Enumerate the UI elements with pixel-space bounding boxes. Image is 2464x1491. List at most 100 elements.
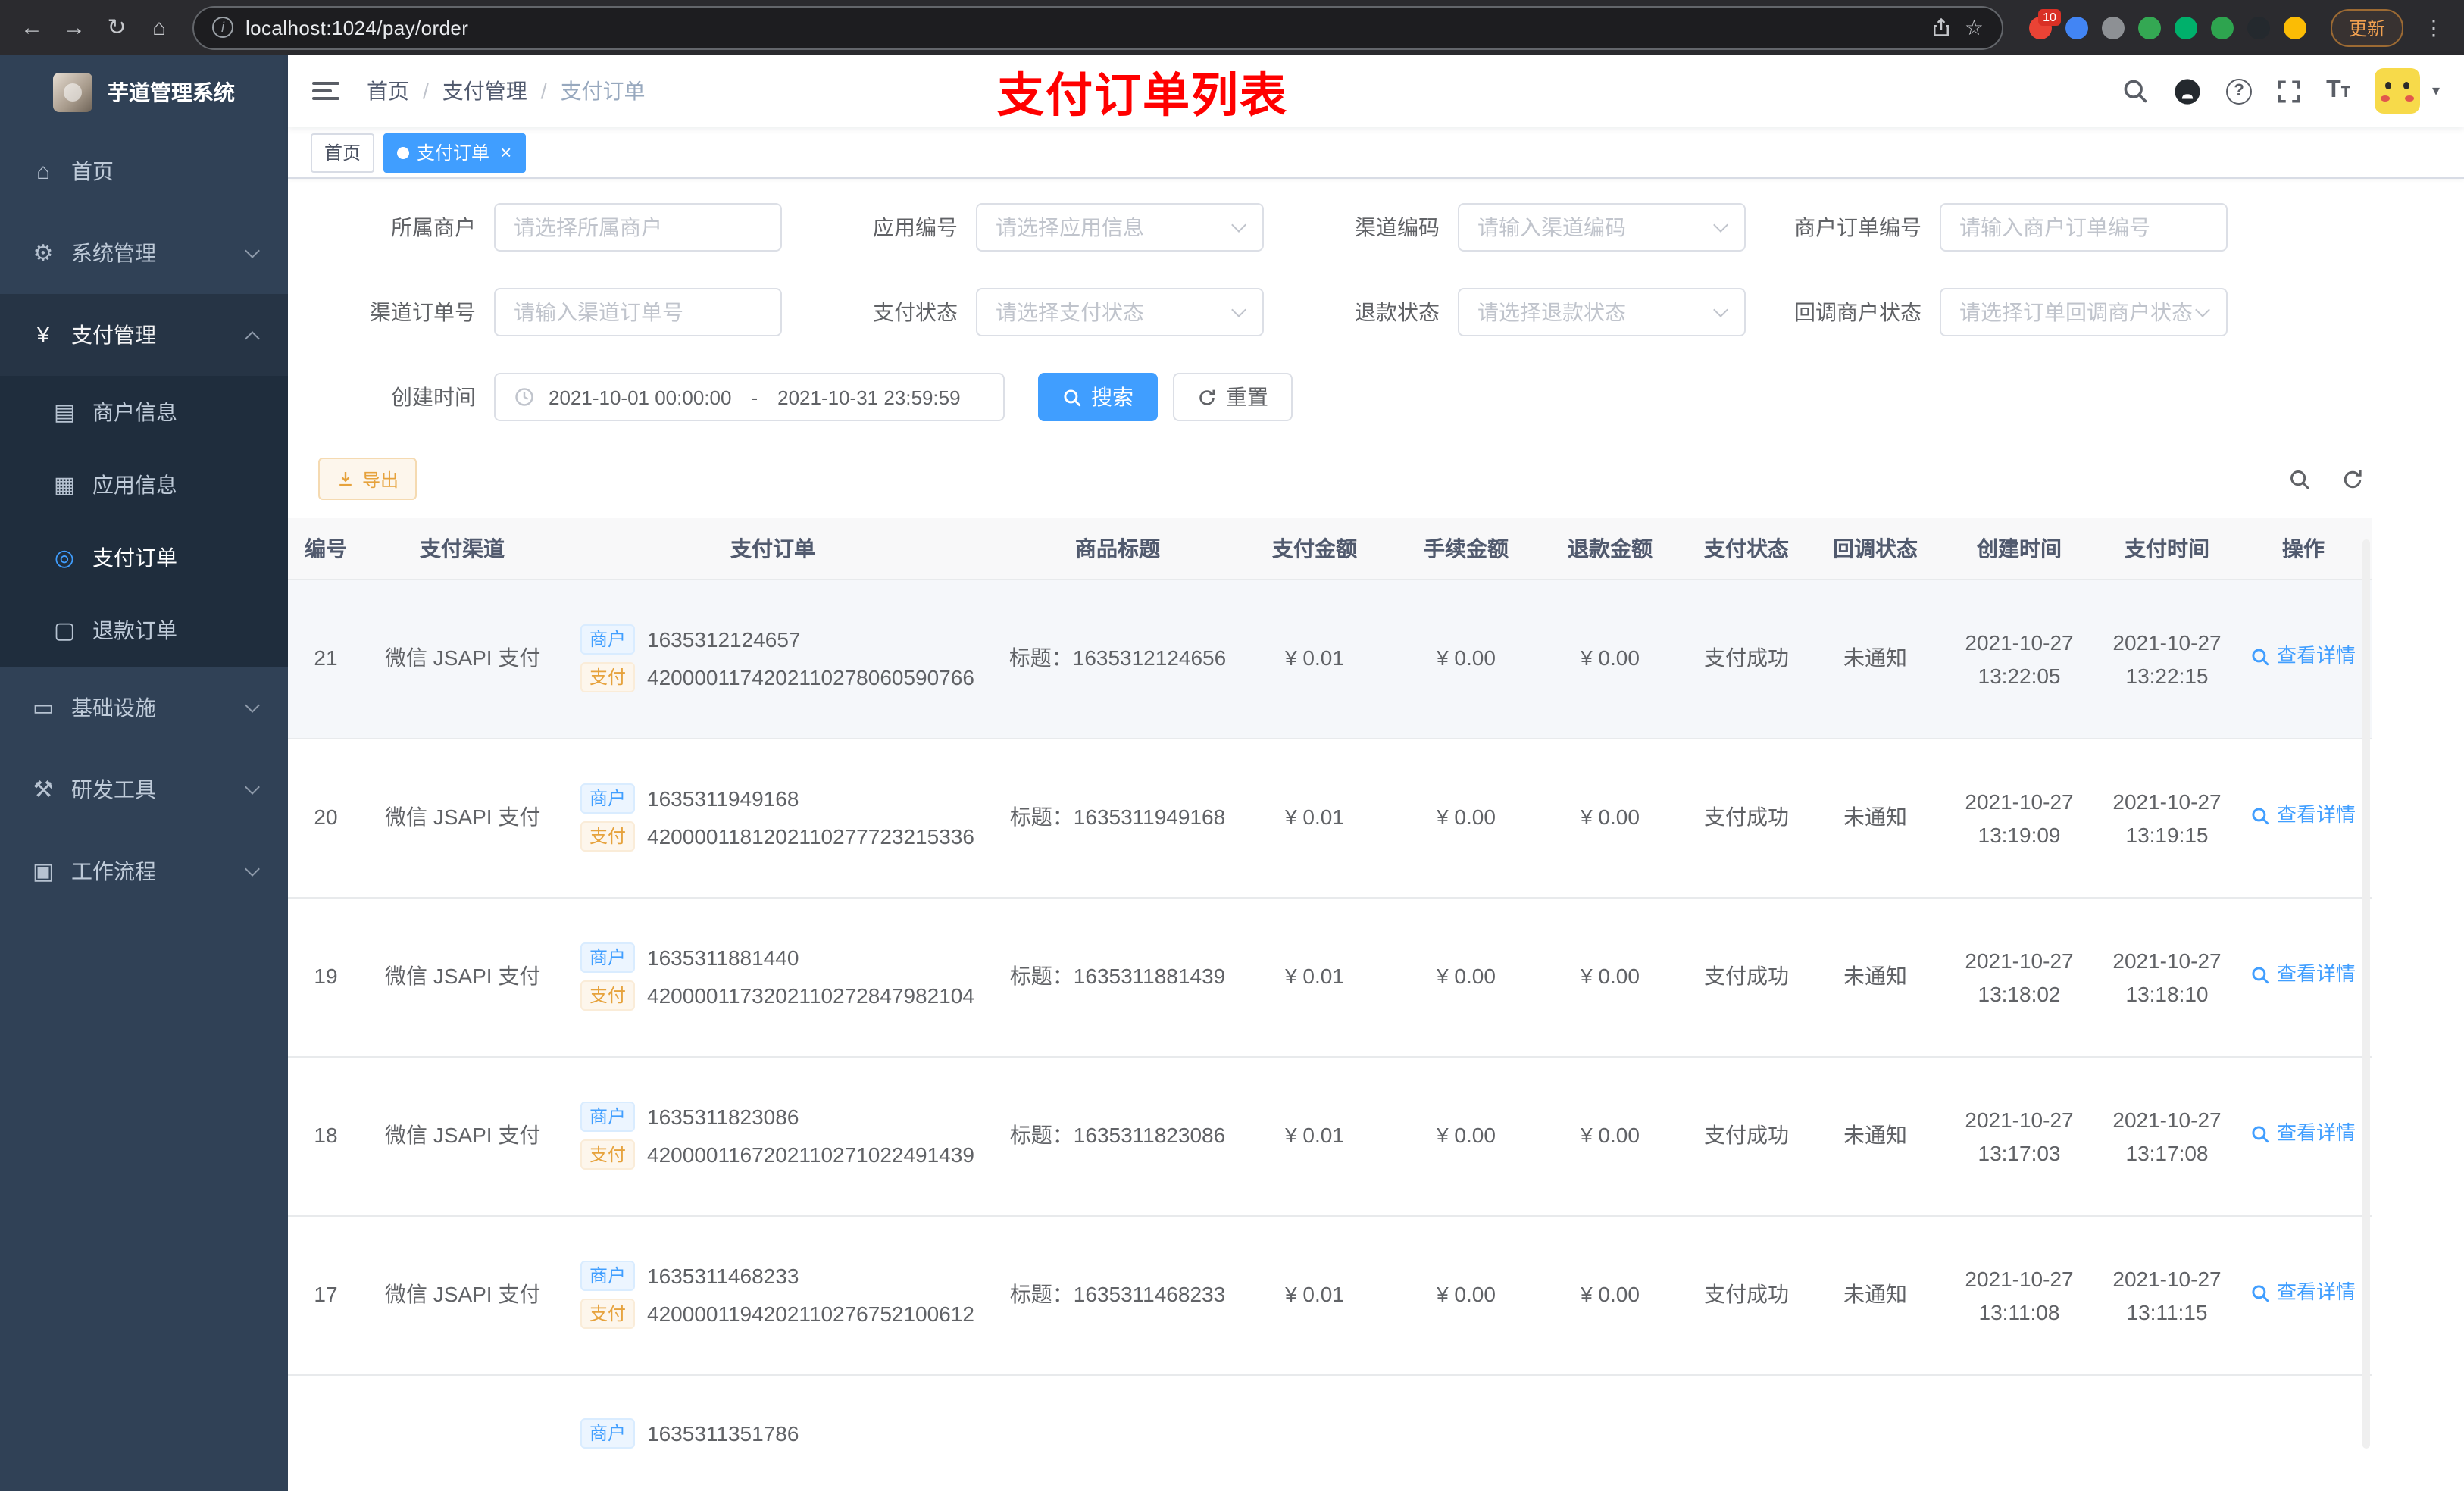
extension-blue-drop-icon[interactable] [2065,16,2088,39]
notify-status-select[interactable]: 请选择订单回调商户状态 [1940,288,2228,336]
sidebar-item-workflow[interactable]: ▣ 工作流程 [0,830,288,912]
top-navbar: 首页 / 支付管理 / 支付订单 支付订单列表 ? TT ▾ [288,55,2464,127]
view-detail-link[interactable]: 查看详情 [2251,642,2356,671]
cell-notify-status [1811,1374,1940,1491]
github-icon[interactable] [2173,77,2202,105]
sidebar-item-infrastructure[interactable]: ▭ 基础设施 [0,667,288,749]
merchant-order-no-input[interactable] [1940,203,2228,252]
cell-channel: 微信 JSAPI 支付 [379,897,546,1057]
merchant-badge: 商户 [580,783,636,814]
table-row[interactable]: 20 微信 JSAPI 支付 商户 1635311949168 支付 42000… [288,738,2372,898]
browser-menu-icon[interactable]: ⋮ [2416,14,2452,40]
breadcrumb-separator: / [423,79,429,103]
merchant-order-no: 1635311949168 [647,786,799,811]
sidebar-toggle-icon[interactable] [312,82,339,100]
app-logo[interactable]: 芋道管理系统 [0,55,288,130]
export-button[interactable]: 导出 [318,458,417,500]
sidebar-item-system[interactable]: ⚙ 系统管理 [0,212,288,294]
table-row[interactable]: 17 微信 JSAPI 支付 商户 1635311468233 支付 42000… [288,1215,2372,1375]
view-detail-link[interactable]: 查看详情 [2251,961,2356,989]
cell-pay-status [1682,1374,1811,1491]
tags-view-bar: 首页 支付订单 × [288,127,2464,179]
view-detail-link[interactable]: 查看详情 [2251,802,2356,830]
extension-icons: 10 [2028,8,2306,39]
breadcrumb-home[interactable]: 首页 [367,76,409,106]
sidebar-item-app-info[interactable]: ▦ 应用信息 [0,449,288,521]
grid-icon: ▦ [53,473,76,499]
extension-red-icon[interactable]: 10 [2028,8,2061,39]
fullscreen-icon[interactable] [2276,78,2302,104]
view-detail-link[interactable]: 查看详情 [2251,1279,2356,1308]
extension-check-green-icon[interactable] [2174,16,2197,39]
browser-back-icon[interactable]: ← [12,8,52,47]
pay-status-select[interactable]: 请选择支付状态 [976,288,1264,336]
yen-icon: ¥ [36,322,50,348]
sidebar-item-label: 退款订单 [92,618,177,642]
table-row[interactable]: 18 微信 JSAPI 支付 商户 1635311823086 支付 42000… [288,1056,2372,1216]
avatar-caret-icon[interactable]: ▾ [2432,83,2440,99]
sidebar-item-label: 研发工具 [71,777,156,802]
tab-label: 首页 [324,142,361,164]
table-header-row: 编号 支付渠道 支付订单 商品标题 支付金额 手续金额 退款金额 支付状态 回调… [288,518,2372,580]
merchant-input[interactable] [494,203,782,252]
extension-green-icon[interactable] [2137,16,2161,39]
sidebar-item-dev-tools[interactable]: ⚒ 研发工具 [0,749,288,830]
cell-id: 20 [288,738,379,898]
breadcrumb-payment[interactable]: 支付管理 [442,76,527,106]
search-form-row-2: 渠道订单号 支付状态 请选择支付状态 退款状态 请选择退款状态 回调商户状态 请… [318,288,2434,336]
extension-gray-icon[interactable] [2101,16,2125,39]
app-no-select[interactable]: 请选择应用信息 [976,203,1264,252]
browser-update-button[interactable]: 更新 [2330,8,2403,46]
field-label: 创建时间 [391,385,476,409]
channel-order-no-input[interactable] [494,288,782,336]
browser-reload-icon[interactable]: ↻ [97,8,136,47]
browser-home-icon[interactable]: ⌂ [139,8,179,47]
close-icon[interactable]: × [497,142,511,162]
channel-code-select[interactable]: 请输入渠道编码 [1458,203,1746,252]
extension-dark-icon[interactable] [2247,16,2270,39]
search-icon[interactable] [2122,77,2149,105]
tab-pay-order[interactable]: 支付订单 × [383,133,526,172]
extension-chat-green-icon[interactable] [2210,16,2234,39]
active-tab-dot [397,146,410,158]
extension-face-yellow-icon[interactable] [2283,16,2306,39]
logo-image [53,73,92,112]
cell-refund: ¥ 0.00 [1538,738,1682,898]
font-size-icon[interactable]: TT [2326,78,2350,103]
cell-paid-time: 2021-10-27 13:22:15 [2099,579,2235,739]
dashboard-icon: ⌂ [36,158,51,184]
reset-button[interactable]: 重置 [1173,373,1293,421]
chevron-down-icon [1231,217,1246,232]
cell-pay-order: 商户 1635311881440 支付 42000011732021102728… [546,897,1000,1057]
column-header: 编号 [288,518,379,580]
browser-forward-icon[interactable]: → [55,8,94,47]
table-row[interactable]: 19 微信 JSAPI 支付 商户 1635311881440 支付 42000… [288,897,2372,1057]
create-time-range-picker[interactable]: 2021-10-01 00:00:00 - 2021-10-31 23:59:5… [494,373,1005,421]
toggle-search-icon[interactable] [2288,467,2311,490]
sidebar-item-refund-order[interactable]: ▢ 退款订单 [0,594,288,667]
sidebar-item-payment[interactable]: ¥ 支付管理 [0,294,288,376]
table-row[interactable]: 21 微信 JSAPI 支付 商户 1635312124657 支付 42000… [288,579,2372,739]
help-icon[interactable]: ? [2226,78,2253,104]
sidebar-item-home[interactable]: ⌂ 首页 [0,130,288,212]
site-info-icon[interactable]: i [212,17,233,38]
search-icon [2253,1285,2270,1302]
bookmark-star-icon[interactable]: ☆ [1965,14,1984,40]
share-icon[interactable] [1931,17,1953,38]
gear-icon: ⚙ [33,241,54,267]
document-icon: ▢ [53,618,76,644]
view-detail-link[interactable]: 查看详情 [2251,1120,2356,1149]
vertical-scrollbar[interactable] [2362,539,2370,1449]
url-text[interactable]: localhost:1024/pay/order [245,16,1919,39]
tab-home[interactable]: 首页 [311,133,375,172]
refund-status-select[interactable]: 请选择退款状态 [1458,288,1746,336]
search-button[interactable]: 搜索 [1038,373,1158,421]
payment-submenu: ▤ 商户信息 ▦ 应用信息 ◎ 支付订单 ▢ 退款订单 [0,376,288,667]
address-bar[interactable]: i localhost:1024/pay/order ☆ [194,7,2002,48]
date-end: 2021-10-31 23:59:59 [777,386,961,408]
avatar[interactable] [2374,68,2420,114]
table-row[interactable]: 商户 1635311351786 [288,1374,2372,1491]
refresh-table-icon[interactable] [2341,467,2364,490]
sidebar-item-merchant-info[interactable]: ▤ 商户信息 [0,376,288,449]
sidebar-item-pay-order[interactable]: ◎ 支付订单 [0,521,288,594]
